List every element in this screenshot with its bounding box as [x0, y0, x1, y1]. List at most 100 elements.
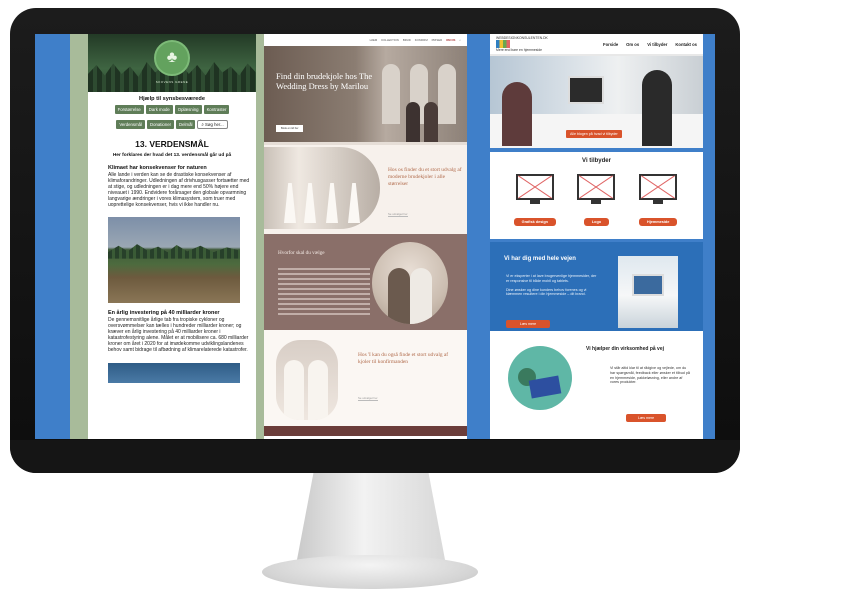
ocean-image — [108, 363, 240, 384]
help-title: Vi hjælper din virksomhed på vej — [586, 346, 664, 352]
menu-item-about[interactable]: Om os — [626, 42, 639, 47]
hero-title: Find din brudekjole hos The Wedding Dres… — [276, 71, 373, 91]
offers-section: Vi tilbyder Grafisk design Logo Hjemmesi… — [490, 152, 703, 242]
journey-paragraph: Dine ønsker og dine kunders behov forene… — [506, 287, 587, 297]
dress-shop-image — [264, 147, 380, 229]
person-shape — [388, 268, 410, 324]
read-more-button[interactable]: Læs mere — [506, 320, 551, 328]
webdesign-nav: WEBDESIGNKONSULENTEN.DK Mere end bare en… — [490, 34, 703, 56]
paragraph-lines — [278, 268, 370, 318]
section-text: De gennemsnitlige årlige tab fra tropisk… — [108, 316, 249, 354]
search-icon[interactable]: ⌕ — [459, 38, 461, 42]
read-aloud-button[interactable]: Oplæsning — [174, 105, 202, 114]
screen-placeholder-icon — [639, 174, 678, 200]
monitor-screen: ♣ SKOVENS GRENE Hjælp til synsbesværede … — [35, 34, 715, 439]
offers-title: Vi tilbyder — [582, 158, 611, 164]
person-shape — [284, 360, 304, 420]
offer-item: Logo — [568, 174, 624, 226]
logo-bars-icon — [496, 40, 510, 48]
screen-stand — [653, 200, 664, 204]
book-button[interactable]: Book en tid her — [276, 125, 304, 132]
workspace-image — [618, 256, 678, 328]
contrast-button[interactable]: Kontraster — [203, 105, 230, 114]
screen-placeholder-icon — [515, 174, 554, 200]
menu-item-offers[interactable]: Vi tilbyder — [647, 42, 667, 47]
page-title: 13. VERDENSMÅL — [135, 139, 209, 149]
wedding-footer — [264, 426, 467, 436]
nav-item[interactable]: HJEM — [370, 38, 378, 42]
menu-item-home[interactable]: Forside — [603, 42, 618, 47]
webdesign-site-panel: WEBDESIGNKONSULENTEN.DK Mere end bare en… — [490, 34, 703, 439]
hero-button[interactable]: Alle blogen på hvad vi tilbyder — [566, 130, 622, 138]
offer-item: Hjemmeside — [630, 174, 686, 226]
confirmation-text: Hos 'I kan du også finde et stort udvalg… — [358, 352, 449, 365]
dress-shape — [284, 183, 296, 223]
read-more-button[interactable]: Læs mere — [626, 414, 667, 422]
nav-item-active[interactable]: OM OS — [446, 38, 455, 42]
nav-item[interactable]: KOLLEKTION — [381, 38, 399, 42]
person-shape — [406, 102, 420, 142]
goals-button[interactable]: Verdensmål — [116, 120, 146, 129]
person-shape — [410, 268, 432, 324]
bridal-link[interactable]: Se udvalget her — [388, 212, 408, 217]
section-text: Alle lande i verden kan se de drastiske … — [108, 172, 250, 209]
person-shape — [642, 70, 672, 146]
tree-logo-icon[interactable]: ♣ — [154, 40, 190, 76]
screen-stand — [529, 200, 540, 204]
monitor-stand-neck — [296, 470, 446, 565]
journey-title: Vi har dig med hele vejen — [504, 256, 576, 262]
person-shape — [424, 102, 438, 142]
bridal-section: Hos os finder du et stort udvalg af mode… — [264, 142, 467, 234]
monitor-shape — [568, 76, 604, 104]
magnify-button[interactable]: Forstørrelse — [114, 105, 144, 114]
mockup-stage: ♣ SKOVENS GRENE Hjælp til synsbesværede … — [0, 0, 842, 595]
dress-shape — [348, 183, 360, 223]
menu-item-contact[interactable]: Kontakt os — [675, 42, 697, 47]
owners-photo — [372, 242, 448, 324]
search-icon: ⌕ — [201, 122, 204, 127]
wedding-hero: Find din brudekjole hos The Wedding Dres… — [264, 46, 467, 142]
website-button[interactable]: Hjemmeside — [638, 218, 678, 226]
arch-shape — [438, 64, 456, 124]
journey-section: Vi har dig med hele vejen Vi er eksperte… — [490, 242, 703, 336]
bridal-text: Hos os finder du et stort udvalg af mode… — [388, 167, 462, 187]
monitor-chin — [10, 440, 740, 473]
help-business-section: Vi hjælper din virksomhed på vej Vi står… — [490, 336, 703, 432]
monitor-shape — [632, 274, 664, 296]
dress-shape — [326, 183, 338, 223]
confirmation-photo — [276, 340, 338, 420]
climate-site-page: ♣ SKOVENS GRENE Hjælp til synsbesværede … — [88, 34, 256, 439]
help-text: Vi står altid klar til at rådgive og vej… — [610, 366, 690, 385]
climate-site-panel: ♣ SKOVENS GRENE Hjælp til synsbesværede … — [70, 34, 275, 439]
logo-text: SKOVENS GRENE — [155, 80, 189, 84]
search-placeholder: Søg her... — [205, 122, 224, 127]
offer-item: Grafisk design — [507, 174, 563, 226]
offers-row: Grafisk design Logo Hjemmeside — [490, 164, 703, 226]
desk-items-photo — [508, 346, 572, 410]
wedding-nav: HJEM KOLLEKTION BRUD KONFIRM PRISER OM O… — [264, 34, 467, 46]
nav-item[interactable]: BRUD — [403, 38, 411, 42]
accessibility-buttons: Forstørrelse Dark mode Oplæsning Kontras… — [88, 105, 256, 114]
confirmation-link[interactable]: Se udvalget her — [358, 396, 378, 401]
nav-buttons: Verdensmål Donationer Delmål ⌕ Søg her..… — [88, 120, 256, 129]
wedding-site-panel: HJEM KOLLEKTION BRUD KONFIRM PRISER OM O… — [264, 34, 467, 439]
logo-button[interactable]: Logo — [583, 218, 610, 226]
donations-button[interactable]: Donationer — [147, 120, 175, 129]
site-logo[interactable]: WEBDESIGNKONSULENTEN.DK Mere end bare en… — [496, 36, 560, 52]
logo-subtitle: Mere end bare en hjemmeside — [496, 48, 542, 52]
book-shape — [528, 375, 562, 399]
screen-stand — [591, 200, 602, 204]
search-input[interactable]: ⌕ Søg her... — [197, 120, 228, 129]
person-shape — [308, 360, 328, 420]
confirmation-section: Hos 'I kan du også finde et stort udvalg… — [264, 330, 467, 426]
subgoals-button[interactable]: Delmål — [176, 120, 196, 129]
dark-mode-button[interactable]: Dark mode — [145, 105, 173, 114]
journey-text: Vi er eksperter i at lave brugervenlige … — [506, 274, 598, 297]
monitor-stand-base — [262, 555, 478, 589]
nav-item[interactable]: PRISER — [432, 38, 442, 42]
graphic-design-button[interactable]: Grafisk design — [513, 218, 557, 226]
why-choose-title: Hvorfor skal du vælge — [278, 250, 325, 256]
why-choose-section: Hvorfor skal du vælge — [264, 234, 467, 330]
nav-item[interactable]: KONFIRM — [415, 38, 428, 42]
main-menu: Forside Om os Vi tilbyder Kontakt os — [603, 42, 697, 47]
